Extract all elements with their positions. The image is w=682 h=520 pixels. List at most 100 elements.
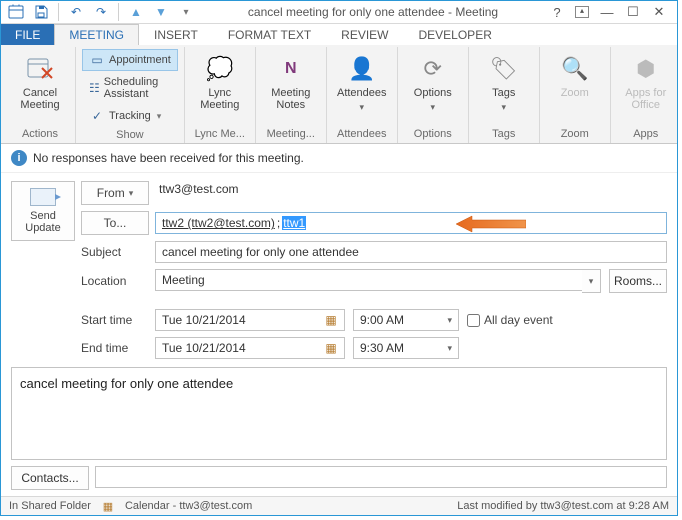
meeting-form: Send Update From ▾ ttw3@test.com To... t… <box>1 173 677 363</box>
group-show-label: Show <box>82 127 178 144</box>
calendar-name: Calendar - ttw3@test.com <box>125 500 252 512</box>
tags-button[interactable]: 🏷 Tags ▾ <box>475 49 533 117</box>
tab-developer[interactable]: DEVELOPER <box>404 24 507 45</box>
meeting-notes-button[interactable]: N Meeting Notes <box>262 49 320 115</box>
last-modified: Last modified by ttw3@test.com at 9:28 A… <box>457 500 669 512</box>
help-icon[interactable]: ? <box>549 5 565 20</box>
tab-insert[interactable]: INSERT <box>139 24 213 45</box>
cancel-meeting-button[interactable]: Cancel Meeting <box>11 49 69 115</box>
group-actions-label: Actions <box>11 126 69 143</box>
start-time-input[interactable]: 9:00 AM▾ <box>353 309 459 331</box>
undo-icon[interactable]: ↶ <box>65 1 87 23</box>
attendees-button[interactable]: 👤 Attendees ▾ <box>333 49 391 117</box>
tracking-button[interactable]: ✓Tracking▾ <box>82 105 178 127</box>
options-icon: ⟳ <box>417 53 449 85</box>
send-icon <box>30 188 56 206</box>
close-icon[interactable]: ✕ <box>651 4 667 20</box>
next-icon[interactable]: ▼ <box>150 1 172 23</box>
onenote-icon: N <box>275 53 307 85</box>
tab-file[interactable]: FILE <box>1 24 54 45</box>
calendar-icon[interactable]: ▦ <box>324 341 338 355</box>
folder-label: In Shared Folder <box>9 500 91 512</box>
maximize-icon[interactable]: ☐ <box>625 4 641 20</box>
options-button[interactable]: ⟳ Options ▾ <box>404 49 462 117</box>
group-zoom: 🔍 Zoom Zoom <box>540 47 611 143</box>
group-options-label: Options <box>404 126 462 143</box>
tracking-icon: ✓ <box>89 108 105 124</box>
ribbon-toggle-icon[interactable]: ▴ <box>575 6 589 18</box>
group-lync-label: Lync Me... <box>191 126 249 143</box>
to-field[interactable]: ttw2 (ttw2@test.com); ttw1 <box>155 212 667 234</box>
end-date-input[interactable]: Tue 10/21/2014▦ <box>155 337 345 359</box>
group-lync: 💭 Lync Meeting Lync Me... <box>185 47 256 143</box>
prev-icon[interactable]: ▲ <box>125 1 147 23</box>
calendar-small-icon: ▦ <box>101 499 115 513</box>
separator <box>58 3 59 21</box>
appointment-button[interactable]: ▭Appointment <box>82 49 178 71</box>
info-text: No responses have been received for this… <box>33 151 304 165</box>
rooms-button[interactable]: Rooms... <box>609 269 667 293</box>
subject-label: Subject <box>81 245 147 259</box>
window-controls: ? ▴ — ☐ ✕ <box>549 4 677 20</box>
attendees-icon: 👤 <box>346 53 378 85</box>
save-icon[interactable] <box>30 1 52 23</box>
calendar-icon[interactable]: ▦ <box>324 313 338 327</box>
zoom-icon: 🔍 <box>559 53 591 85</box>
group-options: ⟳ Options ▾ Options <box>398 47 469 143</box>
lync-icon: 💭 <box>204 53 236 85</box>
cancel-meeting-icon <box>24 53 56 85</box>
to-recipient-2-selected[interactable]: ttw1 <box>282 216 306 230</box>
group-actions: Cancel Meeting Actions <box>5 47 76 143</box>
separator <box>118 3 119 21</box>
contacts-input[interactable] <box>95 466 667 488</box>
end-time-label: End time <box>81 341 147 355</box>
lync-meeting-button[interactable]: 💭 Lync Meeting <box>191 49 249 115</box>
from-button[interactable]: From ▾ <box>81 181 149 205</box>
title-bar: ↶ ↷ ▲ ▼ ▾ cancel meeting for only one at… <box>1 1 677 24</box>
group-apps: ⬢ Apps for Office Apps <box>611 47 681 143</box>
group-attendees-label: Attendees <box>333 126 391 143</box>
send-update-button[interactable]: Send Update <box>11 181 75 241</box>
tab-review[interactable]: REVIEW <box>326 24 403 45</box>
apps-button[interactable]: ⬢ Apps for Office <box>617 49 675 115</box>
group-apps-label: Apps <box>617 126 675 143</box>
info-bar: i No responses have been received for th… <box>1 144 677 173</box>
zoom-button[interactable]: 🔍 Zoom <box>546 49 604 103</box>
start-date-input[interactable]: Tue 10/21/2014▦ <box>155 309 345 331</box>
window-title: cancel meeting for only one attendee - M… <box>197 5 549 19</box>
from-value: ttw3@test.com <box>155 182 667 204</box>
subject-input[interactable] <box>155 241 667 263</box>
body-textarea[interactable] <box>11 367 667 460</box>
app-icon[interactable] <box>5 1 27 23</box>
qat-more-icon[interactable]: ▾ <box>175 1 197 23</box>
group-attendees: 👤 Attendees ▾ Attendees <box>327 47 398 143</box>
redo-icon[interactable]: ↷ <box>90 1 112 23</box>
scheduling-button[interactable]: ☷Scheduling Assistant <box>82 73 178 103</box>
group-notes: N Meeting Notes Meeting... <box>256 47 327 143</box>
body-area <box>11 367 667 460</box>
contacts-button[interactable]: Contacts... <box>11 466 89 490</box>
to-recipient-1[interactable]: ttw2 (ttw2@test.com) <box>162 216 275 230</box>
minimize-icon[interactable]: — <box>599 5 615 20</box>
ribbon: Cancel Meeting Actions ▭Appointment ☷Sch… <box>1 45 677 144</box>
all-day-checkbox[interactable]: All day event <box>467 313 553 327</box>
location-input[interactable] <box>155 269 582 291</box>
location-dropdown[interactable]: ▾ <box>582 269 601 293</box>
to-button[interactable]: To... <box>81 211 149 235</box>
group-notes-label: Meeting... <box>262 126 320 143</box>
start-time-label: Start time <box>81 313 147 327</box>
location-label: Location <box>81 274 147 288</box>
annotation-arrow <box>456 215 526 233</box>
end-time-input[interactable]: 9:30 AM▾ <box>353 337 459 359</box>
meeting-window: ↶ ↷ ▲ ▼ ▾ cancel meeting for only one at… <box>0 0 678 516</box>
tab-meeting[interactable]: MEETING <box>54 24 139 45</box>
scheduling-icon: ☷ <box>89 80 100 96</box>
cancel-meeting-label: Cancel Meeting <box>13 87 67 111</box>
group-tags-label: Tags <box>475 126 533 143</box>
status-bar: In Shared Folder ▦ Calendar - ttw3@test.… <box>1 496 677 515</box>
group-zoom-label: Zoom <box>546 126 604 143</box>
group-tags: 🏷 Tags ▾ Tags <box>469 47 540 143</box>
tags-icon: 🏷 <box>488 53 520 85</box>
group-show: ▭Appointment ☷Scheduling Assistant ✓Trac… <box>76 47 185 143</box>
tab-format-text[interactable]: FORMAT TEXT <box>213 24 326 45</box>
